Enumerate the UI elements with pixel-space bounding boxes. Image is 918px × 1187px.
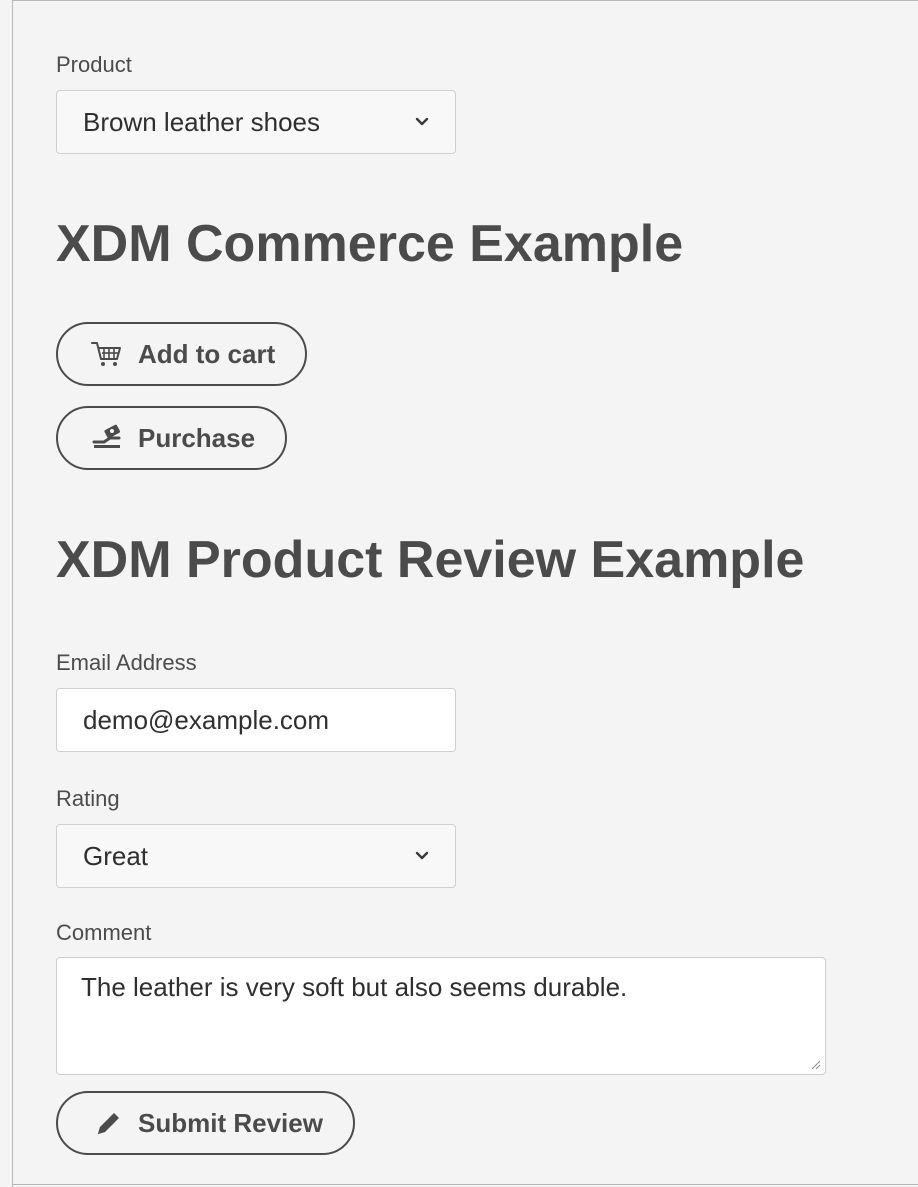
email-field-value: demo@example.com xyxy=(83,704,330,735)
add-to-cart-button[interactable]: Add to cart xyxy=(56,322,308,386)
cart-icon xyxy=(90,339,124,369)
commerce-heading: XDM Commerce Example xyxy=(56,215,684,273)
purchase-label: Purchase xyxy=(138,422,256,453)
chevron-down-icon xyxy=(415,117,429,126)
comment-label: Comment xyxy=(56,920,152,945)
review-heading: XDM Product Review Example xyxy=(56,531,805,589)
comment-textarea[interactable]: The leather is very soft but also seems … xyxy=(56,957,826,1075)
email-label: Email Address xyxy=(56,650,197,675)
purchase-button[interactable]: Purchase xyxy=(56,406,288,470)
pencil-icon xyxy=(90,1108,124,1138)
comment-textarea-value: The leather is very soft but also seems … xyxy=(81,972,628,1002)
submit-review-label: Submit Review xyxy=(138,1107,323,1138)
frame-top-border xyxy=(12,0,918,7)
chevron-down-icon xyxy=(415,851,429,860)
product-select[interactable]: Brown leather shoes xyxy=(56,90,456,154)
submit-review-button[interactable]: Submit Review xyxy=(56,1091,355,1155)
product-label: Product xyxy=(56,52,132,77)
email-field[interactable]: demo@example.com xyxy=(56,688,456,752)
resize-grip-icon[interactable] xyxy=(809,1058,821,1070)
rating-select[interactable]: Great xyxy=(56,824,456,888)
frame-bottom-border xyxy=(12,1184,918,1185)
rating-label: Rating xyxy=(56,786,120,811)
add-to-cart-label: Add to cart xyxy=(138,338,276,369)
product-select-value: Brown leather shoes xyxy=(83,106,321,137)
rating-select-value: Great xyxy=(83,840,149,871)
frame-left-border xyxy=(12,0,13,1187)
hand-holding-money-icon xyxy=(90,423,124,453)
